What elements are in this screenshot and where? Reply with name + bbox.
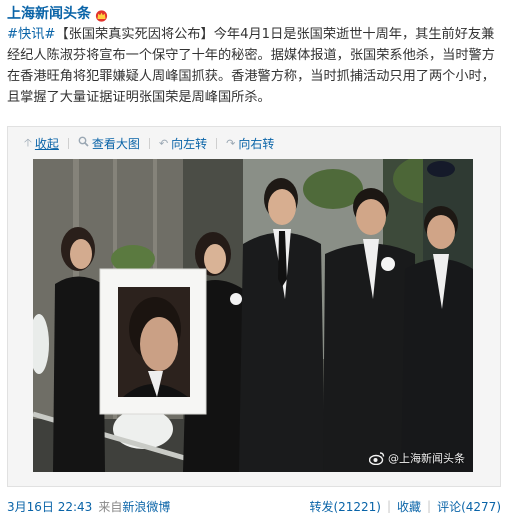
rotate-right-label: 向右转: [238, 136, 275, 151]
source-link[interactable]: 新浪微博: [122, 498, 170, 515]
media-box: 🡡 收起 查看大图 ↶ 向左转 ↷ 向右转 @上海新闻头条: [7, 126, 501, 487]
watermark-text: @上海新闻头条: [388, 452, 465, 465]
watermark: @上海新闻头条: [369, 450, 465, 466]
post-content: #快讯#【张国荣真实死因将公布】今年4月1日是张国荣逝世十周年，其生前好友兼经纪…: [7, 24, 501, 108]
toolbar-divider: [148, 137, 150, 149]
comment-button[interactable]: 评论(4277): [437, 498, 501, 515]
rotate-left-icon: ↶: [158, 136, 169, 150]
toolbar-divider: [67, 137, 69, 149]
magnify-icon: [78, 136, 89, 150]
view-large-label: 查看大图: [91, 136, 140, 151]
source-prefix: 来自: [98, 499, 123, 514]
post-text: 【张国荣真实死因将公布】今年4月1日是张国荣逝世十周年，其生前好友兼经纪人陈淑芬…: [7, 27, 495, 105]
arrow-up-icon: 🡡: [24, 135, 32, 149]
funeral-photo-illustration: [33, 159, 473, 472]
post-photo[interactable]: @上海新闻头条: [33, 159, 473, 472]
post-header: 上海新闻头条: [7, 4, 109, 22]
view-large-button[interactable]: 查看大图: [78, 135, 140, 152]
action-divider: |: [427, 499, 432, 513]
topic-link[interactable]: #快讯#: [7, 27, 55, 42]
toolbar-divider: [216, 137, 218, 149]
rotate-left-label: 向左转: [171, 136, 208, 151]
post-actions: 转发(21221) | 收藏 | 评论(4277): [309, 497, 501, 515]
weibo-post: 上海新闻头条 #快讯#【张国荣真实死因将公布】今年4月1日是张国荣逝世十周年，其…: [0, 0, 506, 520]
post-time-link[interactable]: 3月16日 22:43: [7, 498, 92, 515]
author-name-link[interactable]: 上海新闻头条: [7, 3, 91, 23]
weibo-logo-icon: [369, 451, 385, 465]
collapse-label: 收起: [34, 136, 59, 151]
rotate-right-icon: ↷: [226, 136, 236, 150]
post-footer: 3月16日 22:43 来自 新浪微博 转发(21221) | 收藏 | 评论(…: [7, 497, 501, 515]
collapse-button[interactable]: 🡡 收起: [24, 134, 59, 153]
media-toolbar: 🡡 收起 查看大图 ↶ 向左转 ↷ 向右转: [24, 135, 274, 151]
action-divider: |: [386, 499, 392, 513]
favorite-button[interactable]: 收藏: [397, 498, 421, 515]
rotate-right-button[interactable]: ↷ 向右转: [226, 135, 274, 152]
crown-icon[interactable]: [94, 7, 109, 22]
repost-button[interactable]: 转发(21221): [309, 498, 381, 515]
rotate-left-button[interactable]: ↶ 向左转: [159, 135, 207, 152]
